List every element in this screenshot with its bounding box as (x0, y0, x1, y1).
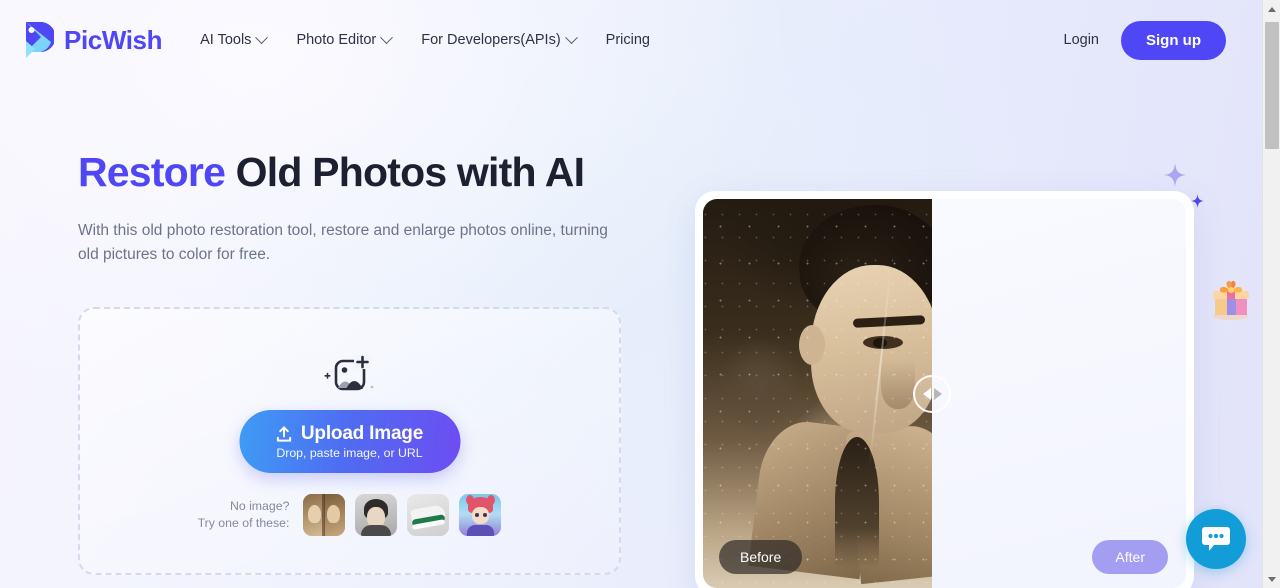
page-title-accent: Restore (78, 149, 226, 195)
nav-item-ai-tools[interactable]: AI Tools (200, 30, 269, 48)
sample-thumbnails (303, 494, 502, 536)
scroll-up-arrow-icon (1268, 6, 1276, 12)
scrollbar-thumb[interactable] (1265, 22, 1279, 149)
slider-left-arrow-icon (922, 387, 931, 400)
brand-name: PicWish (64, 24, 163, 55)
before-image (703, 199, 933, 588)
sample-images-row: No image? Try one of these: (80, 494, 619, 536)
chevron-down-icon (564, 30, 578, 44)
gift-box-icon (1213, 281, 1249, 320)
before-label-badge[interactable]: Before (719, 540, 803, 574)
sample-thumb-vintage-portrait[interactable] (303, 494, 346, 536)
page-title: Restore Old Photos with AI (78, 148, 638, 196)
sparkle-star-icon (1164, 163, 1186, 187)
page-title-rest: Old Photos with AI (225, 149, 585, 195)
comparison-slider-handle[interactable] (913, 374, 952, 413)
sample-thumb-anime-character[interactable] (459, 494, 502, 536)
scrollbar-up-button[interactable] (1263, 0, 1280, 18)
upload-button-main: Upload Image (276, 423, 423, 445)
upload-dropzone[interactable]: Upload Image Drop, paste image, or URL N… (78, 307, 621, 575)
nav-label: For Developers(APIs) (421, 32, 561, 48)
chevron-down-icon (255, 30, 269, 44)
before-image-clip (703, 199, 933, 588)
picwish-bird-logo-icon (26, 22, 54, 58)
main-navigation: AI Tools Photo Editor For Developers(API… (200, 30, 650, 48)
nav-label: Pricing (605, 32, 650, 48)
chat-bubble-icon (1202, 527, 1230, 551)
scrollbar-down-button[interactable] (1263, 570, 1280, 588)
nav-label: AI Tools (200, 32, 252, 48)
upload-button-label: Upload Image (300, 423, 424, 444)
hero-subtitle: With this old photo restoration tool, re… (78, 222, 608, 264)
after-label-badge[interactable]: After (1092, 540, 1168, 574)
sample-thumb-portrait[interactable] (355, 494, 398, 536)
sample-thumb-sneaker[interactable] (407, 494, 450, 536)
page-scrollbar[interactable] (1262, 0, 1280, 588)
upload-image-button[interactable]: Upload Image Drop, paste image, or URL (239, 410, 460, 473)
login-link[interactable]: Login (1064, 32, 1099, 48)
samples-label: No image? Try one of these: (197, 499, 290, 530)
slider-right-arrow-icon (933, 387, 942, 400)
site-header: PicWish AI Tools Photo Editor For Develo… (0, 0, 1262, 80)
nav-item-photo-editor[interactable]: Photo Editor (296, 30, 394, 48)
hero-text-column: Restore Old Photos with AI With this old… (78, 148, 638, 267)
add-image-icon (323, 355, 373, 391)
before-after-comparison[interactable]: Before After (695, 191, 1194, 588)
nav-item-for-developers[interactable]: For Developers(APIs) (421, 30, 578, 48)
upload-button-hint: Drop, paste image, or URL (276, 446, 423, 460)
chat-support-button[interactable] (1186, 509, 1246, 569)
page-root: PicWish AI Tools Photo Editor For Develo… (0, 0, 1280, 588)
header-actions: Login Sign up (1064, 20, 1226, 60)
scroll-down-arrow-icon (1268, 576, 1276, 582)
nav-label: Photo Editor (296, 32, 377, 48)
nav-item-pricing[interactable]: Pricing (606, 32, 650, 48)
upload-arrow-icon (277, 425, 292, 442)
chevron-down-icon (380, 30, 394, 44)
brand-logo-link[interactable]: PicWish (20, 21, 163, 59)
photo-dust-specks (703, 199, 933, 588)
comparison-viewport: Before After (703, 199, 1186, 588)
sparkle-star-icon (1191, 194, 1204, 208)
signup-button[interactable]: Sign up (1121, 20, 1226, 60)
